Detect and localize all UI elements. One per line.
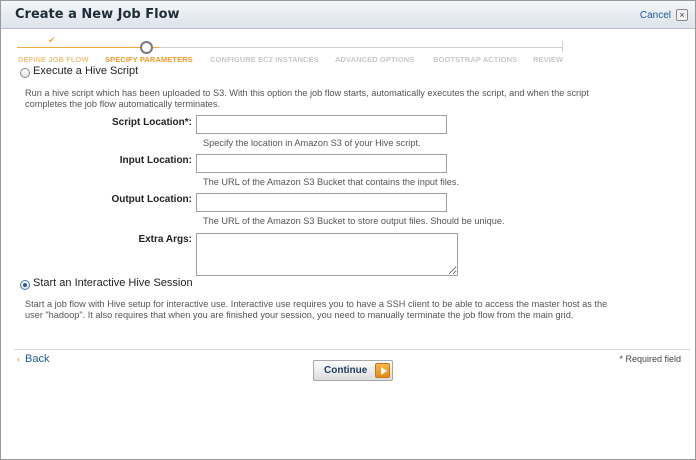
step-bootstrap-actions: BOOTSTRAP ACTIONS [433,55,518,64]
progress-fill [17,47,159,48]
chevron-left-icon: ‹ [17,354,20,364]
input-location-label: Input Location: [119,155,192,166]
required-field-note: * Required field [619,354,681,364]
step-specify-parameters: SPECIFY PARAMETERS [105,55,193,64]
extra-args-textarea[interactable] [196,233,458,276]
execute-hive-script-label[interactable]: Execute a Hive Script [33,65,138,77]
script-location-hint: Specify the location in Amazon S3 of you… [203,138,421,148]
back-link[interactable]: ‹ Back [17,353,49,365]
step-define-job-flow: DEFINE JOB FLOW [18,55,89,64]
step-advanced-options: ADVANCED OPTIONS [335,55,415,64]
output-location-hint: The URL of the Amazon S3 Bucket to store… [203,216,505,226]
progress-end-tick [562,41,563,52]
continue-button[interactable]: Continue [313,360,393,381]
input-location-hint: The URL of the Amazon S3 Bucket that con… [203,177,460,187]
progress-track [17,47,563,48]
input-location-input[interactable] [196,154,447,173]
play-arrow-icon [375,363,390,378]
close-icon[interactable]: × [676,9,688,21]
extra-args-label: Extra Args: [138,234,192,245]
interactive-hive-session-label[interactable]: Start an Interactive Hive Session [33,277,193,289]
output-location-label: Output Location: [111,194,192,205]
execute-hive-script-description: Run a hive script which has been uploade… [25,88,589,109]
dialog-title: Create a New Job Flow [15,7,180,22]
create-job-flow-dialog: Create a New Job Flow Cancel × ✔ DEFINE … [0,0,696,460]
execute-hive-script-radio[interactable] [20,68,30,78]
check-icon: ✔ [48,35,56,45]
cancel-link[interactable]: Cancel [640,10,671,21]
dialog-titlebar: Create a New Job Flow Cancel × [1,1,695,29]
progress-knob [140,41,153,54]
footer-divider [14,349,690,350]
interactive-hive-session-radio[interactable] [20,280,30,290]
step-review: REVIEW [533,55,564,64]
continue-label: Continue [324,365,368,376]
output-location-input[interactable] [196,193,447,212]
script-location-label: Script Location*: [111,117,192,128]
interactive-hive-session-description: Start a job flow with Hive setup for int… [25,299,608,320]
script-location-input[interactable] [196,115,447,134]
back-label: Back [25,353,50,365]
step-configure-ec2-instances: CONFIGURE EC2 INSTANCES [210,55,319,64]
